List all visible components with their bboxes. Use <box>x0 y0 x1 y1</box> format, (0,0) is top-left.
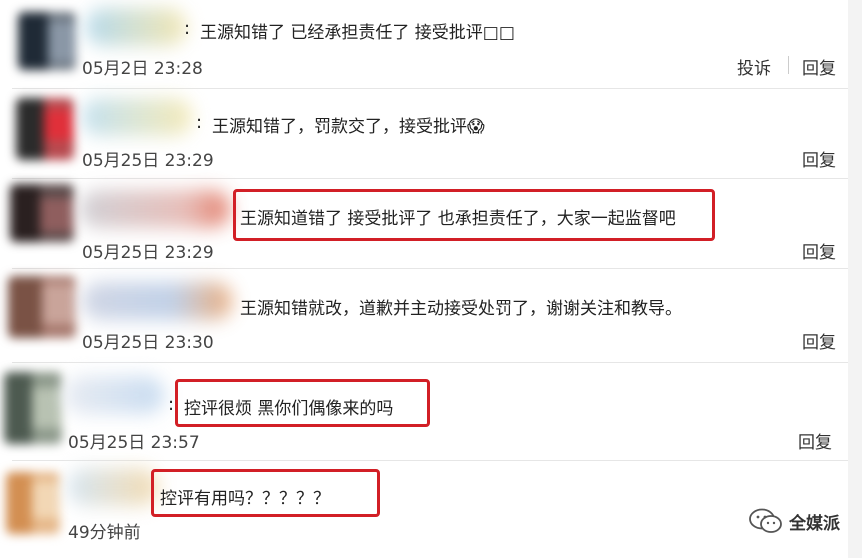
username-blurred[interactable] <box>64 376 164 414</box>
avatar[interactable] <box>10 184 74 242</box>
highlight-box <box>175 379 430 427</box>
comment-time: 05月25日 23:30 <box>82 333 214 353</box>
username-blurred[interactable] <box>86 8 186 46</box>
comment-item: 王源知错就改，道歉并主动接受处罚了，谢谢关注和教导。 05月25日 23:30 … <box>0 270 862 362</box>
watermark: 全媒派 <box>749 508 840 534</box>
avatar[interactable] <box>18 12 76 70</box>
divider <box>12 268 862 269</box>
username-blurred[interactable] <box>82 282 232 320</box>
reply-button[interactable]: 回复 <box>802 146 836 171</box>
highlight-box <box>233 189 715 241</box>
divider <box>12 460 862 461</box>
comment-screenshot: { "comments": [ {"text": "王源知错了 已经承担责任了 … <box>0 0 862 558</box>
comment-text: 王源知错了 已经承担责任了 接受批评□□ <box>200 23 515 43</box>
action-separator <box>788 56 789 74</box>
username-blurred[interactable] <box>80 190 230 228</box>
avatar[interactable] <box>6 472 60 534</box>
comment-item: : 控评很烦 黑你们偶像来的吗 05月25日 23:57 回复 <box>0 364 862 460</box>
reply-button[interactable]: 回复 <box>802 54 836 79</box>
avatar[interactable] <box>16 98 74 160</box>
divider <box>12 362 862 363</box>
comment-item: : 王源知错了 已经承担责任了 接受批评□□ 05月2日 23:28 投诉 回复 <box>0 0 862 92</box>
avatar[interactable] <box>4 372 62 444</box>
wechat-icon <box>749 508 782 533</box>
comment-time: 05月25日 23:29 <box>82 243 214 263</box>
comment-item: 控评有用吗？？？？？ 49分钟前 <box>0 462 862 558</box>
divider <box>12 88 862 89</box>
username-blurred[interactable] <box>68 468 158 506</box>
divider <box>12 178 862 179</box>
comment-text: 王源知错就改，道歉并主动接受处罚了，谢谢关注和教导。 <box>240 299 682 319</box>
comment-item: 王源知道错了 接受批评了 也承担责任了，大家一起监督吧 05月25日 23:29… <box>0 180 862 268</box>
highlight-box <box>151 469 380 517</box>
reply-button[interactable]: 回复 <box>802 238 836 263</box>
comment-time: 49分钟前 <box>68 523 141 543</box>
comment-item: : 王源知错了，罚款交了，接受批评😱 05月25日 23:29 回复 <box>0 90 862 180</box>
reply-button[interactable]: 回复 <box>798 428 832 453</box>
comment-text: 王源知错了，罚款交了，接受批评😱 <box>212 117 485 137</box>
avatar[interactable] <box>8 276 76 338</box>
scrollbar-track[interactable] <box>848 0 862 558</box>
comment-time: 05月2日 23:28 <box>82 59 203 79</box>
username-blurred[interactable] <box>82 98 192 136</box>
comment-time: 05月25日 23:29 <box>82 151 214 171</box>
watermark-label: 全媒派 <box>789 513 840 534</box>
comment-time: 05月25日 23:57 <box>68 433 200 453</box>
report-button[interactable]: 投诉 <box>737 54 771 79</box>
reply-button[interactable]: 回复 <box>802 328 836 353</box>
